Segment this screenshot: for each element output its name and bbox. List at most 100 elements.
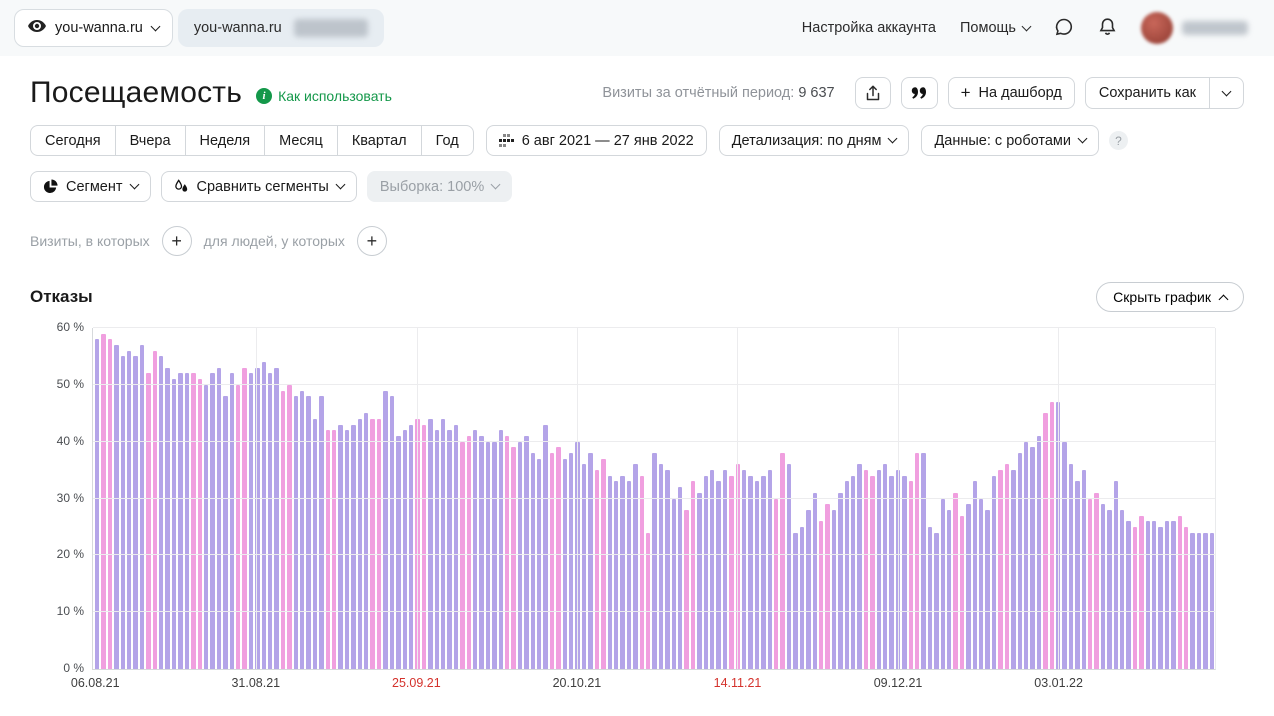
user-menu[interactable] <box>1141 12 1248 44</box>
bar[interactable] <box>332 430 336 669</box>
bar[interactable] <box>1094 493 1098 669</box>
bar[interactable] <box>127 351 131 669</box>
bar[interactable] <box>1203 533 1207 669</box>
bar[interactable] <box>684 510 688 669</box>
bar[interactable] <box>691 481 695 669</box>
bar[interactable] <box>1184 527 1188 669</box>
bar[interactable] <box>748 476 752 669</box>
bar[interactable] <box>370 419 374 669</box>
account-settings-link[interactable]: Настройка аккаунта <box>802 20 936 36</box>
bar[interactable] <box>646 533 650 669</box>
date-range-button[interactable]: 6 авг 2021 — 27 янв 2022 <box>486 125 707 156</box>
bar[interactable] <box>1088 499 1092 670</box>
bar[interactable] <box>614 481 618 669</box>
bar[interactable] <box>665 470 669 669</box>
bar[interactable] <box>473 430 477 669</box>
bar[interactable] <box>306 396 310 669</box>
bar[interactable] <box>601 459 605 669</box>
bar[interactable] <box>428 419 432 669</box>
bar[interactable] <box>249 373 253 669</box>
bar[interactable] <box>524 436 528 669</box>
bar[interactable] <box>1171 521 1175 669</box>
bar[interactable] <box>845 481 849 669</box>
bar[interactable] <box>383 391 387 669</box>
bar[interactable] <box>966 504 970 669</box>
bar[interactable] <box>338 425 342 669</box>
bar[interactable] <box>435 430 439 669</box>
bar[interactable] <box>441 419 445 669</box>
bar[interactable] <box>1120 510 1124 669</box>
bar[interactable] <box>1082 470 1086 669</box>
bar[interactable] <box>1210 533 1214 669</box>
bar[interactable] <box>159 356 163 669</box>
bar[interactable] <box>396 436 400 669</box>
bar[interactable] <box>121 356 125 669</box>
bar[interactable] <box>857 464 861 669</box>
bar[interactable] <box>659 464 663 669</box>
bar[interactable] <box>319 396 323 669</box>
bar[interactable] <box>832 510 836 669</box>
bar[interactable] <box>198 379 202 669</box>
bar[interactable] <box>608 476 612 669</box>
bar[interactable] <box>191 373 195 669</box>
bar[interactable] <box>1101 504 1105 669</box>
hide-chart-button[interactable]: Скрыть график <box>1096 282 1244 312</box>
notes-button[interactable] <box>901 77 938 109</box>
bar[interactable] <box>454 425 458 669</box>
bar[interactable] <box>780 453 784 669</box>
bar[interactable] <box>915 453 919 669</box>
bar[interactable] <box>813 493 817 669</box>
bar[interactable] <box>230 373 234 669</box>
bar[interactable] <box>1030 447 1034 669</box>
bar[interactable] <box>774 499 778 670</box>
period-tab-5[interactable]: Год <box>421 125 474 156</box>
bar[interactable] <box>985 510 989 669</box>
bar[interactable] <box>1037 436 1041 669</box>
notifications-button[interactable] <box>1098 17 1117 40</box>
bar[interactable] <box>537 459 541 669</box>
bar[interactable] <box>838 493 842 669</box>
bar[interactable] <box>563 459 567 669</box>
bar[interactable] <box>678 487 682 669</box>
bar[interactable] <box>422 425 426 669</box>
bar[interactable] <box>633 464 637 669</box>
bar[interactable] <box>998 470 1002 669</box>
bar[interactable] <box>1158 527 1162 669</box>
bar[interactable] <box>992 476 996 669</box>
bar[interactable] <box>800 527 804 669</box>
bar[interactable] <box>467 436 471 669</box>
bar[interactable] <box>979 499 983 670</box>
bar[interactable] <box>326 430 330 669</box>
bar[interactable] <box>672 499 676 670</box>
bar[interactable] <box>390 396 394 669</box>
bar[interactable] <box>928 527 932 669</box>
bar[interactable] <box>793 533 797 669</box>
bar[interactable] <box>1050 402 1054 669</box>
bar[interactable] <box>133 356 137 669</box>
bar[interactable] <box>153 351 157 669</box>
bar[interactable] <box>178 373 182 669</box>
add-to-dashboard-button[interactable]: + На дашборд <box>948 77 1075 109</box>
bar[interactable] <box>114 345 118 669</box>
bar[interactable] <box>729 476 733 669</box>
bar[interactable] <box>716 481 720 669</box>
bar[interactable] <box>287 385 291 669</box>
bar[interactable] <box>627 481 631 669</box>
bar[interactable] <box>274 368 278 669</box>
bar[interactable] <box>755 481 759 669</box>
bar[interactable] <box>652 453 656 669</box>
bar[interactable] <box>851 476 855 669</box>
bar[interactable] <box>140 345 144 669</box>
bar[interactable] <box>108 339 112 669</box>
bar[interactable] <box>870 476 874 669</box>
save-as-button[interactable]: Сохранить как <box>1086 78 1209 108</box>
bar[interactable] <box>172 379 176 669</box>
how-to-use-link[interactable]: i Как использовать <box>256 88 392 104</box>
bar[interactable] <box>723 470 727 669</box>
bar[interactable] <box>281 391 285 669</box>
period-tab-2[interactable]: Неделя <box>185 125 266 156</box>
period-tab-4[interactable]: Квартал <box>337 125 422 156</box>
bar[interactable] <box>505 436 509 669</box>
bar[interactable] <box>620 476 624 669</box>
bar[interactable] <box>1165 521 1169 669</box>
